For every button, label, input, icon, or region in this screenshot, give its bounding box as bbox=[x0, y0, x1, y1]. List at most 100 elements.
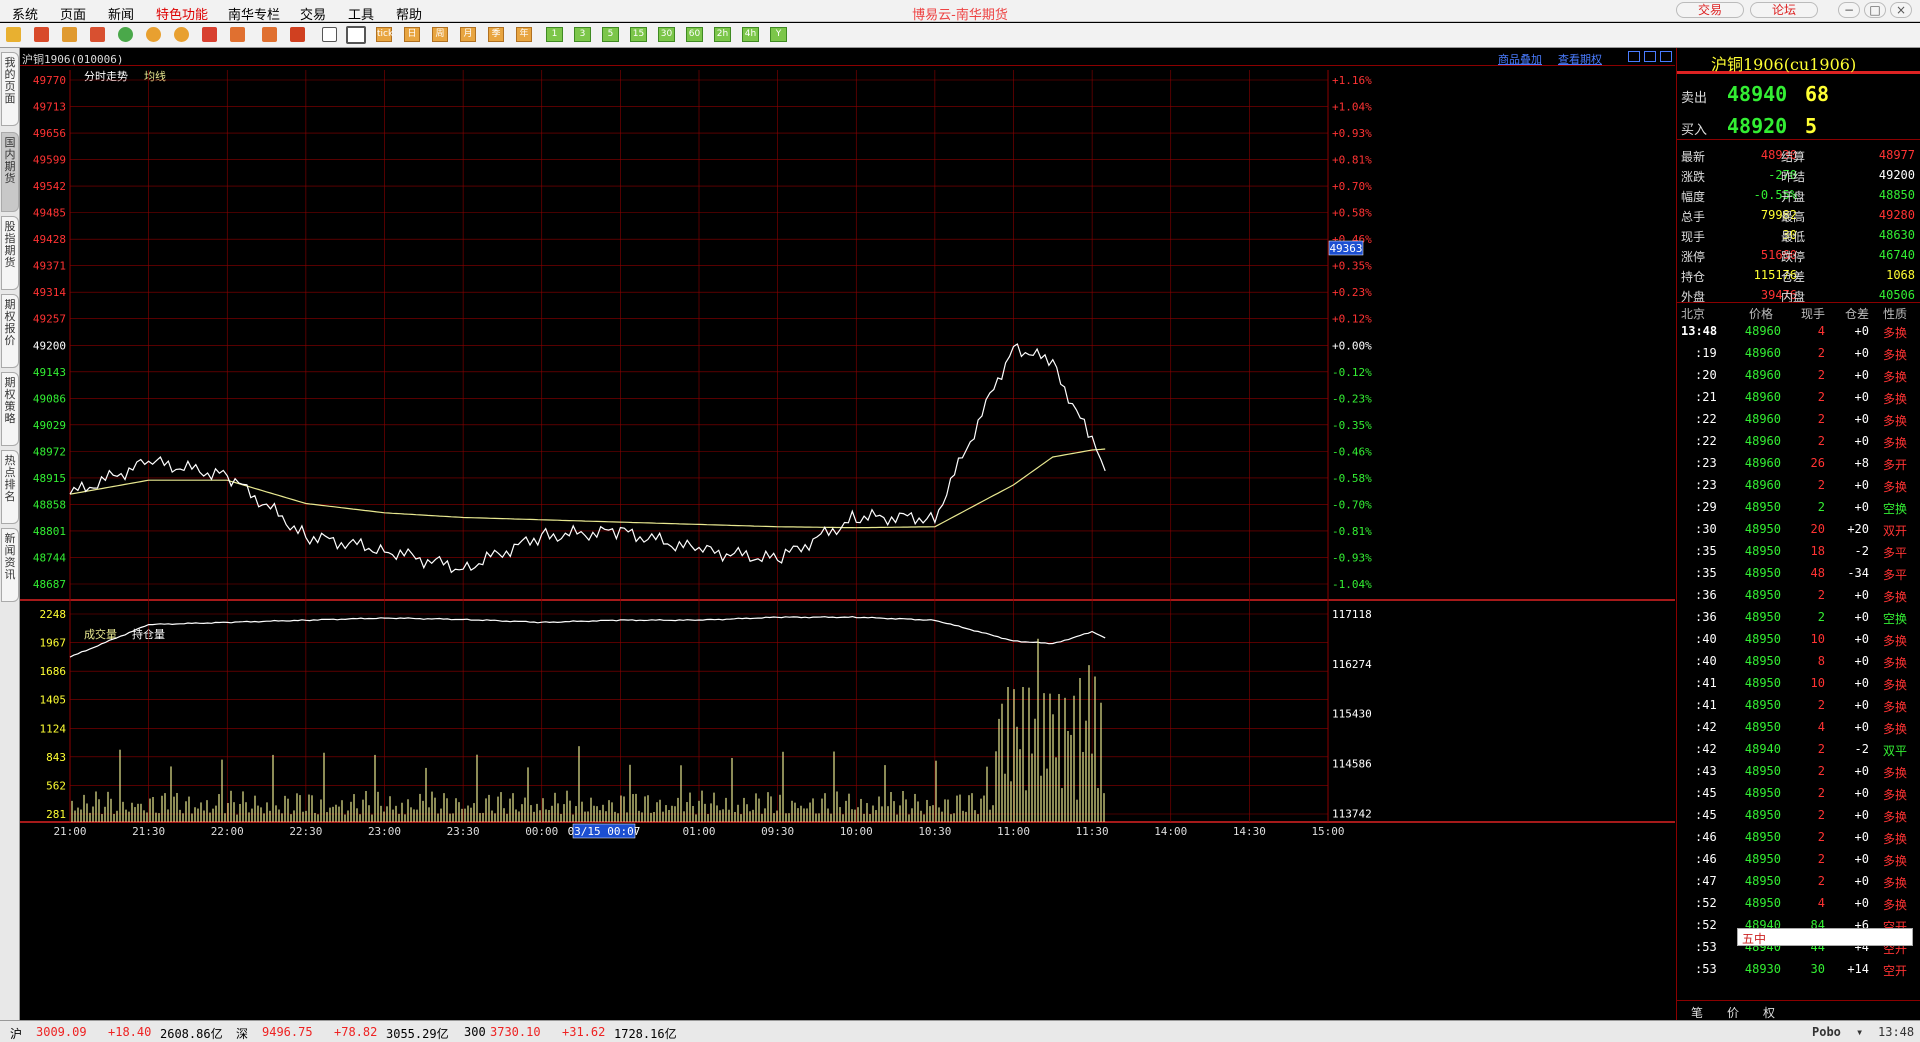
tab-trades[interactable]: 笔 bbox=[1691, 1004, 1703, 1021]
tick-nature: 多换 bbox=[1883, 898, 1908, 912]
menu-tools[interactable]: 工具 bbox=[348, 4, 374, 23]
tick-row[interactable]: :21 48960 2 +0 多换 bbox=[1677, 388, 1920, 406]
price-tick-label: 48972 bbox=[33, 445, 66, 458]
tick-row[interactable]: 13:48 48960 4 +0 多换 bbox=[1677, 322, 1920, 340]
field-label: 结算 bbox=[1781, 150, 1806, 164]
tick-row[interactable]: :52 48950 4 +0 多换 bbox=[1677, 894, 1920, 912]
zoom-out-icon[interactable] bbox=[174, 27, 189, 42]
tick-row[interactable]: :41 48950 10 +0 多换 bbox=[1677, 674, 1920, 692]
trade-button[interactable]: 交易 bbox=[1676, 2, 1744, 18]
draw-icon[interactable] bbox=[202, 27, 217, 42]
pct-tick-label: +0.00% bbox=[1332, 339, 1372, 352]
tab-option-strategy[interactable]: 期权策略 bbox=[1, 372, 19, 446]
tick-oi-change: -2 bbox=[1854, 544, 1869, 558]
min30-button[interactable]: 30 bbox=[658, 27, 675, 42]
tick-row[interactable]: :36 48950 2 +0 空换 bbox=[1677, 608, 1920, 626]
min60-button[interactable]: 60 bbox=[686, 27, 703, 42]
daily-button[interactable]: 日 bbox=[404, 27, 420, 42]
year-button[interactable]: Y bbox=[770, 27, 787, 42]
tick-row[interactable]: :35 48950 48 -34 多平 bbox=[1677, 564, 1920, 582]
tab-rights[interactable]: 权 bbox=[1763, 1004, 1775, 1021]
quote-field-row: 最新 48930 结算 48977 bbox=[1677, 146, 1920, 164]
tick-price: 48960 bbox=[1744, 390, 1781, 404]
tab-hot-ranking[interactable]: 热点排名 bbox=[1, 450, 19, 524]
tick-header-price: 价格 bbox=[1749, 307, 1774, 321]
filter-icon[interactable] bbox=[290, 27, 305, 42]
monthly-button[interactable]: 月 bbox=[460, 27, 476, 42]
zoom-in-icon[interactable] bbox=[146, 27, 161, 42]
pen-icon[interactable] bbox=[230, 27, 245, 42]
tab-option-quotes[interactable]: 期权报价 bbox=[1, 294, 19, 368]
h2-button[interactable]: 2h bbox=[714, 27, 731, 42]
tick-oi-change: +0 bbox=[1854, 808, 1869, 822]
tick-row[interactable]: :19 48960 2 +0 多换 bbox=[1677, 344, 1920, 362]
tick-oi-change: +0 bbox=[1854, 500, 1869, 514]
menu-nanhua[interactable]: 南华专栏 bbox=[228, 4, 280, 23]
tick-row[interactable]: :46 48950 2 +0 多换 bbox=[1677, 828, 1920, 846]
tab-index-futures[interactable]: 股指期货 bbox=[1, 216, 19, 290]
tick-row[interactable]: :45 48950 2 +0 多换 bbox=[1677, 784, 1920, 802]
table-icon[interactable] bbox=[322, 27, 337, 42]
tick-row[interactable]: :22 48960 2 +0 多换 bbox=[1677, 410, 1920, 428]
tick-row[interactable]: :35 48950 18 -2 多平 bbox=[1677, 542, 1920, 560]
forum-label: 论坛 bbox=[1771, 3, 1796, 17]
menu-special[interactable]: 特色功能 bbox=[156, 4, 208, 23]
minimize-icon[interactable]: − bbox=[1838, 2, 1860, 18]
tick-row[interactable]: :40 48950 10 +0 多换 bbox=[1677, 630, 1920, 648]
tick-row[interactable]: :45 48950 2 +0 多换 bbox=[1677, 806, 1920, 824]
min5-button[interactable]: 5 bbox=[602, 27, 619, 42]
maximize-icon[interactable]: □ bbox=[1864, 2, 1886, 18]
ime-toolbar[interactable]: 五中 bbox=[1737, 928, 1913, 946]
tick-row[interactable]: :20 48960 2 +0 多换 bbox=[1677, 366, 1920, 384]
home-icon[interactable] bbox=[34, 27, 49, 42]
news-icon[interactable] bbox=[90, 27, 105, 42]
tick-row[interactable]: :42 48940 2 -2 双平 bbox=[1677, 740, 1920, 758]
tick-row[interactable]: :53 48930 30 +14 空开 bbox=[1677, 960, 1920, 978]
quarterly-button[interactable]: 季 bbox=[488, 27, 504, 42]
forum-button[interactable]: 论坛 bbox=[1750, 2, 1818, 18]
time-tick-label: 22:00 bbox=[211, 825, 244, 838]
min15-button[interactable]: 15 bbox=[630, 27, 647, 42]
tick-row[interactable]: :22 48960 2 +0 多换 bbox=[1677, 432, 1920, 450]
yearly-button[interactable]: 年 bbox=[516, 27, 532, 42]
tick-row[interactable]: :36 48950 2 +0 多换 bbox=[1677, 586, 1920, 604]
tick-row[interactable]: :23 48960 26 +8 多开 bbox=[1677, 454, 1920, 472]
intraday-chart-area[interactable]: 沪铜1906(010006) 商品叠加 查看期权 分时走势 均线 成交量 持仓量… bbox=[20, 48, 1675, 1020]
menu-page[interactable]: 页面 bbox=[60, 4, 86, 23]
tick-row[interactable]: :30 48950 20 +20 双开 bbox=[1677, 520, 1920, 538]
menu-trade[interactable]: 交易 bbox=[300, 4, 326, 23]
tab-price[interactable]: 价 bbox=[1727, 1004, 1739, 1021]
h4-button[interactable]: 4h bbox=[742, 27, 759, 42]
folder-icon[interactable] bbox=[62, 27, 77, 42]
tab-my-page[interactable]: 我的页面 bbox=[1, 52, 19, 126]
tick-row[interactable]: :43 48950 2 +0 多换 bbox=[1677, 762, 1920, 780]
tick-row[interactable]: :29 48950 2 +0 空换 bbox=[1677, 498, 1920, 516]
refresh-icon[interactable] bbox=[118, 27, 133, 42]
min3-button[interactable]: 3 bbox=[574, 27, 591, 42]
back-icon[interactable] bbox=[6, 27, 21, 42]
field-label: 最高 bbox=[1781, 210, 1806, 224]
tick-row[interactable]: :46 48950 2 +0 多换 bbox=[1677, 850, 1920, 868]
tick-qty: 4 bbox=[1817, 324, 1825, 338]
quote-field-row: 现手 30 最低 48630 bbox=[1677, 226, 1920, 244]
menu-news[interactable]: 新闻 bbox=[108, 4, 134, 23]
intraday-chart-icon[interactable] bbox=[346, 26, 366, 44]
weekly-button[interactable]: 周 bbox=[432, 27, 448, 42]
tick-row[interactable]: :42 48950 4 +0 多换 bbox=[1677, 718, 1920, 736]
tab-domestic-futures[interactable]: 国内期货 bbox=[1, 132, 19, 212]
tick-row[interactable]: :47 48950 2 +0 多换 bbox=[1677, 872, 1920, 890]
tick-oi-change: +0 bbox=[1854, 676, 1869, 690]
brush-icon[interactable] bbox=[262, 27, 277, 42]
tab-news-info[interactable]: 新闻资讯 bbox=[1, 528, 19, 602]
tick-nature: 多换 bbox=[1883, 348, 1908, 362]
tick-row[interactable]: :23 48960 2 +0 多换 bbox=[1677, 476, 1920, 494]
min1-button[interactable]: 1 bbox=[546, 27, 563, 42]
tick-oi-change: +0 bbox=[1854, 874, 1869, 888]
menu-help[interactable]: 帮助 bbox=[396, 4, 422, 23]
tick-price: 48950 bbox=[1744, 544, 1781, 558]
tick-row[interactable]: :40 48950 8 +0 多换 bbox=[1677, 652, 1920, 670]
tick-row[interactable]: :41 48950 2 +0 多换 bbox=[1677, 696, 1920, 714]
close-icon[interactable]: × bbox=[1890, 2, 1912, 18]
menu-system[interactable]: 系统 bbox=[12, 4, 38, 23]
tick-button[interactable]: tick bbox=[376, 27, 393, 42]
